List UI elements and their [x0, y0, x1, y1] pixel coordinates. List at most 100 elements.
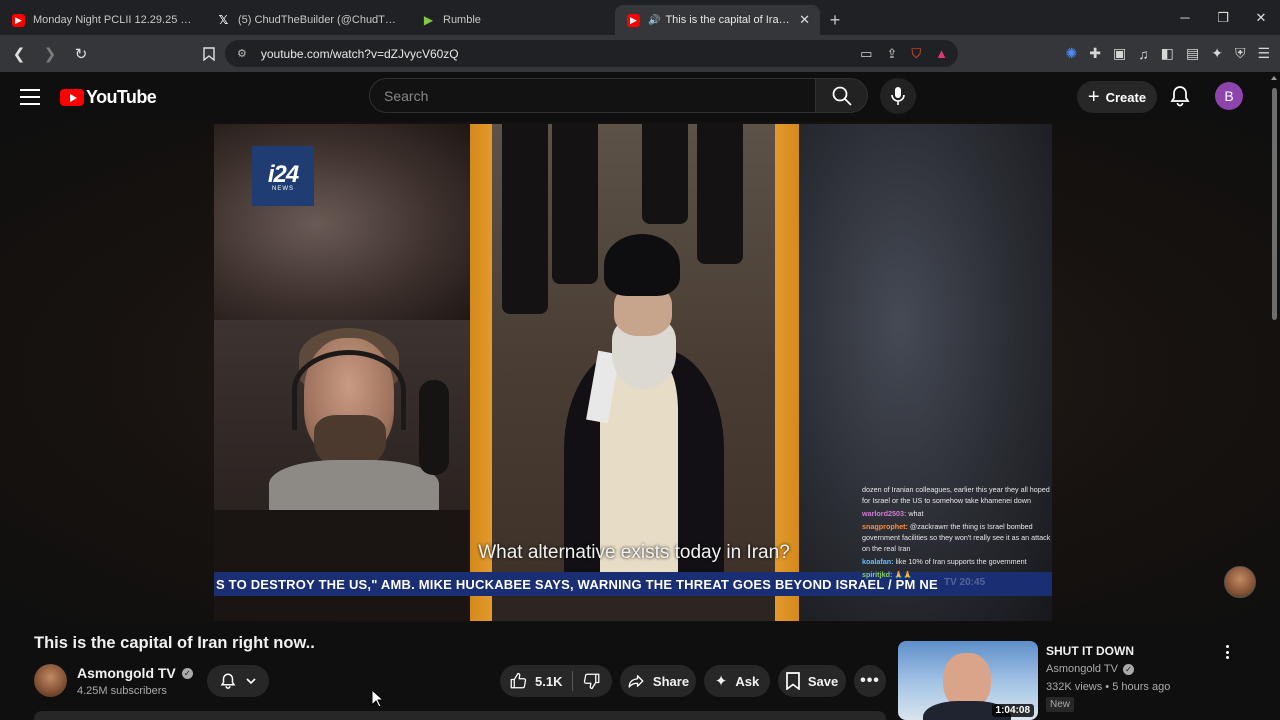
search-icon [832, 86, 852, 106]
back-icon[interactable]: ❮ [6, 41, 32, 67]
brave-rewards-icon[interactable]: ▲ [935, 46, 948, 61]
more-vertical-icon[interactable] [1220, 644, 1234, 660]
reload-icon[interactable]: ↻ [68, 41, 94, 67]
subscriber-count: 4.25M subscribers [77, 685, 167, 697]
streamer-webcam [214, 320, 470, 510]
stream-chat-overlay: dozen of Iranian colleagues, earlier thi… [862, 484, 1052, 621]
browser-tab-3[interactable]: ▶ Rumble [410, 5, 615, 35]
close-window-icon[interactable]: ✕ [1242, 0, 1280, 35]
floating-channel-avatar[interactable] [1224, 566, 1256, 598]
mouse-cursor-icon [371, 689, 383, 708]
recommended-channel-name[interactable]: Asmongold TV ✓ [1046, 663, 1134, 675]
chat-message: snagprophet: @zackrawrr the thing is Isr… [862, 522, 1051, 553]
extensions-puzzle-icon[interactable]: ✚ [1089, 45, 1101, 62]
save-button[interactable]: Save [778, 665, 846, 697]
video-scene [492, 124, 775, 594]
audio-playing-icon[interactable]: 🔊 [648, 15, 660, 26]
tab-title: (5) ChudTheBuilder (@ChudTheBuilder [238, 14, 400, 26]
sparkle-icon: ✦ [714, 673, 728, 690]
channel-avatar[interactable] [34, 664, 67, 697]
subscription-notifications-button[interactable] [207, 665, 269, 697]
chat-message: spiritjkd: 🙏🙏 [862, 570, 913, 579]
tab-title: Monday Night PCLII 12.29.25 - Perry [33, 14, 195, 26]
bell-icon [1170, 86, 1190, 107]
browser-tab-1[interactable]: ▶ Monday Night PCLII 12.29.25 - Perry [0, 5, 205, 35]
search-box [369, 78, 816, 113]
share-button[interactable]: Share [620, 665, 696, 697]
more-horizontal-icon: ••• [860, 672, 880, 689]
like-dislike-group: 5.1K [500, 665, 612, 697]
sidebar-icon[interactable]: ◧ [1161, 45, 1174, 62]
share-arrow-icon [628, 675, 644, 688]
thumbs-up-icon [510, 672, 527, 689]
browser-tab-2[interactable]: 𝕏 (5) ChudTheBuilder (@ChudTheBuilder [205, 5, 410, 35]
youtube-logo[interactable]: YouTube [60, 87, 157, 108]
i24-news-logo: i24 NEWS [252, 146, 314, 206]
forward-icon[interactable]: ❯ [37, 41, 63, 67]
browser-tab-strip: ▶ Monday Night PCLII 12.29.25 - Perry 𝕏 … [0, 0, 1280, 35]
close-tab-icon[interactable]: ✕ [799, 12, 810, 28]
restore-icon[interactable]: ❐ [1204, 0, 1242, 35]
chat-message: koalafan: like 10% of Iran supports the … [862, 557, 1027, 566]
like-button[interactable]: 5.1K [500, 671, 574, 691]
bell-icon [220, 673, 236, 689]
recommended-video-thumbnail[interactable]: 1:04:08 [898, 641, 1038, 720]
share-page-icon[interactable]: ⇪ [886, 46, 897, 62]
video-title: This is the capital of Iran right now.. [34, 634, 315, 652]
search-button[interactable] [816, 78, 868, 113]
youtube-header: YouTube + Create B [0, 72, 1280, 122]
hamburger-menu-icon[interactable] [20, 86, 40, 108]
tab-title: This is the capital of Iran right now.. [665, 14, 793, 26]
more-actions-button[interactable]: ••• [854, 665, 886, 697]
browser-toolbar: ❮ ❯ ↻ ⚙ youtube.com/watch?v=dZJvycV60zQ … [0, 35, 1280, 72]
url-text: youtube.com/watch?v=dZJvycV60zQ [260, 46, 459, 61]
address-bar[interactable]: ⚙ youtube.com/watch?v=dZJvycV60zQ ▭ ⇪ ⛉ … [225, 40, 958, 67]
site-settings-icon[interactable]: ⚙ [237, 47, 247, 60]
account-avatar[interactable]: B [1215, 82, 1243, 110]
tab-title: Rumble [443, 14, 481, 26]
youtube-play-icon [60, 89, 84, 106]
verified-check-icon: ✓ [181, 667, 193, 679]
vpn-icon[interactable]: ⛨ [1235, 45, 1246, 62]
window-controls: ─ ❐ ✕ [1166, 0, 1280, 35]
scroll-up-icon[interactable] [1271, 76, 1277, 80]
notifications-button[interactable] [1168, 84, 1194, 110]
browser-menu-icon[interactable]: ☰ [1257, 45, 1270, 62]
minimize-icon[interactable]: ─ [1166, 0, 1204, 35]
rumble-favicon-icon: ▶ [423, 13, 434, 27]
video-player[interactable]: i24 NEWS What alternative exists today i… [214, 124, 1052, 621]
youtube-favicon-icon: ▶ [627, 13, 640, 27]
new-tab-button[interactable]: + [820, 5, 850, 35]
extension-icon[interactable]: ✺ [1066, 45, 1078, 62]
youtube-favicon-icon: ▶ [12, 13, 25, 27]
cast-icon[interactable]: ▭ [860, 46, 872, 62]
video-duration: 1:04:08 [991, 704, 1034, 717]
screenshot-icon[interactable]: ▣ [1113, 45, 1126, 62]
chat-message: dozen of Iranian colleagues, earlier thi… [862, 485, 1050, 505]
wallet-icon[interactable]: ▤ [1186, 45, 1199, 62]
thumbs-down-icon [584, 673, 600, 690]
browser-tab-active[interactable]: ▶ 🔊 This is the capital of Iran right no… [615, 5, 820, 35]
description-box[interactable] [34, 711, 886, 720]
brave-shields-icon[interactable]: ⛉ [911, 46, 921, 62]
x-favicon-icon: 𝕏 [218, 13, 229, 27]
search-input[interactable] [370, 79, 815, 112]
dislike-button[interactable] [573, 672, 601, 690]
voice-search-button[interactable] [880, 78, 916, 114]
microphone-icon [891, 87, 905, 105]
recommended-video-meta: 332K views • 5 hours ago [1046, 681, 1171, 693]
page-scrollbar[interactable] [1268, 72, 1280, 720]
bookmark-icon [785, 672, 800, 690]
ask-button[interactable]: ✦ Ask [704, 665, 770, 697]
create-button[interactable]: + Create [1077, 81, 1157, 113]
bookmark-icon[interactable] [196, 41, 222, 67]
new-badge: New [1046, 697, 1075, 712]
video-subtitle: What alternative exists today in Iran? [478, 542, 790, 563]
leo-ai-icon[interactable]: ✦ [1211, 45, 1223, 62]
recommended-video-title[interactable]: SHUT IT DOWN [1046, 644, 1134, 658]
channel-name-link[interactable]: Asmongold TV ✓ [77, 665, 193, 681]
scrollbar-thumb[interactable] [1272, 88, 1277, 320]
chat-message: warlord2503: what [862, 509, 924, 518]
media-controls-icon[interactable]: ♫ [1138, 46, 1149, 62]
chevron-down-icon [246, 678, 256, 685]
